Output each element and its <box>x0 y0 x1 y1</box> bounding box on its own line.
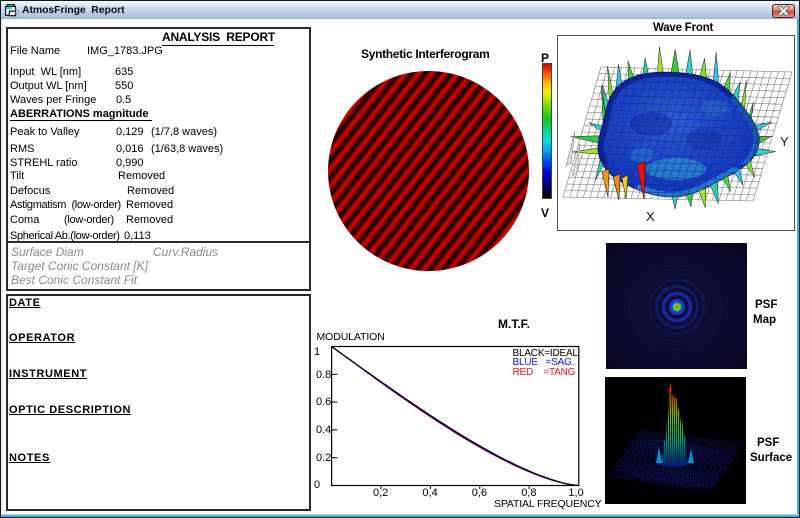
svg-text:Y: Y <box>780 134 789 149</box>
svg-text:X: X <box>646 209 655 224</box>
